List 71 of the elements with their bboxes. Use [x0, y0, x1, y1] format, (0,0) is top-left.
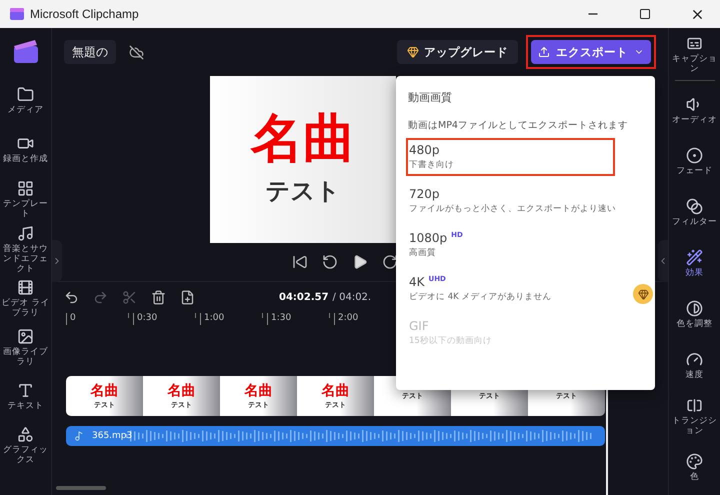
menu-heading: 動画画質 — [407, 90, 453, 105]
palette-icon — [686, 453, 703, 470]
nav-item[interactable]: 画像ライブラリ — [0, 323, 52, 372]
tool-tab[interactable]: 色 — [668, 442, 720, 493]
maximize-icon[interactable] — [639, 8, 651, 20]
split-square-icon — [686, 397, 703, 414]
clip-title: 名曲 — [168, 382, 196, 398]
audio-name: 365.mp3 — [92, 431, 132, 441]
nav-item[interactable]: メディア — [0, 76, 52, 125]
rewind-icon[interactable] — [322, 254, 338, 270]
forward-icon[interactable] — [382, 254, 398, 270]
magic-wand-icon — [686, 249, 703, 266]
gauge-icon — [686, 351, 703, 368]
app-logo-icon — [10, 8, 24, 20]
nav-item[interactable]: テキスト — [0, 372, 52, 421]
window-title: Microsoft Clipchamp — [30, 7, 140, 21]
undo-icon[interactable] — [64, 290, 79, 305]
tool-tab[interactable]: オーディオ — [668, 85, 720, 136]
film-icon — [17, 279, 34, 296]
overlapping-circles-icon — [686, 198, 703, 215]
expand-handle[interactable] — [52, 240, 62, 282]
tool-tab[interactable]: 効果 — [668, 238, 720, 289]
preview-title: 名曲 — [251, 112, 355, 164]
preview-subtitle: テスト — [266, 176, 340, 206]
text-icon — [17, 382, 34, 399]
image-icon — [17, 328, 34, 345]
menu-description: 動画はMP4ファイルとしてエクスポートされます — [407, 119, 629, 132]
tool-tab[interactable]: 速度 — [668, 340, 720, 391]
contrast-icon — [686, 300, 703, 317]
nav-item[interactable]: テンプレート — [0, 174, 52, 224]
clip-title: 名曲 — [322, 382, 350, 398]
export-button[interactable]: エクスポート — [531, 40, 651, 64]
folder-icon — [17, 86, 34, 103]
nav-item[interactable]: グラフィックス — [0, 421, 52, 470]
cloud-off-icon[interactable] — [128, 44, 144, 60]
nav-item[interactable]: 録画と作成 — [0, 125, 52, 174]
play-icon[interactable] — [352, 254, 368, 270]
audio-clip[interactable]: 365.mp3 — [66, 426, 605, 446]
add-file-icon[interactable] — [180, 290, 195, 305]
ruler-label: 0 — [70, 313, 77, 323]
app-logo-icon — [12, 38, 38, 64]
upload-icon — [538, 46, 550, 58]
upgrade-button[interactable]: アップグレード — [397, 40, 518, 64]
project-title-field[interactable]: 無題の — [64, 40, 116, 64]
skip-back-icon[interactable] — [292, 254, 308, 270]
music-note-icon — [74, 431, 84, 441]
tool-tab[interactable]: キャプション — [668, 32, 720, 76]
tool-tab[interactable]: フィルター — [668, 187, 720, 238]
quality-option[interactable]: 720p ファイルがもっと小さく、エクスポートがより速い — [406, 182, 615, 220]
scrollbar[interactable] — [56, 486, 106, 490]
ruler-label: 2:00 — [338, 313, 360, 323]
ruler-label: 1:30 — [271, 313, 292, 323]
music-icon — [17, 224, 34, 242]
ruler-label: 1:00 — [204, 313, 226, 323]
tool-tab[interactable]: トランジション — [668, 391, 720, 442]
nav-item[interactable]: 音楽とサウンドエフェクト — [0, 224, 52, 274]
nav-item[interactable]: ビデオ ライブラリ — [0, 274, 52, 323]
collapse-handle[interactable] — [658, 240, 668, 282]
tool-tab[interactable]: フェード — [668, 136, 720, 187]
gem-icon — [407, 46, 419, 58]
grid-icon — [17, 180, 34, 196]
total-time: / 04:02. — [332, 292, 372, 303]
quality-option[interactable]: 480p 下書き向け — [406, 138, 615, 176]
trash-icon[interactable] — [151, 290, 166, 305]
current-time: 04:02.57 — [279, 292, 329, 303]
ruler-label: 0:30 — [137, 313, 158, 323]
tool-tab[interactable]: 色を調整 — [668, 289, 720, 340]
clip-title: 名曲 — [244, 382, 272, 398]
shapes-icon — [17, 426, 34, 443]
circle-icon — [686, 147, 703, 164]
clip-title: 名曲 — [90, 382, 118, 398]
